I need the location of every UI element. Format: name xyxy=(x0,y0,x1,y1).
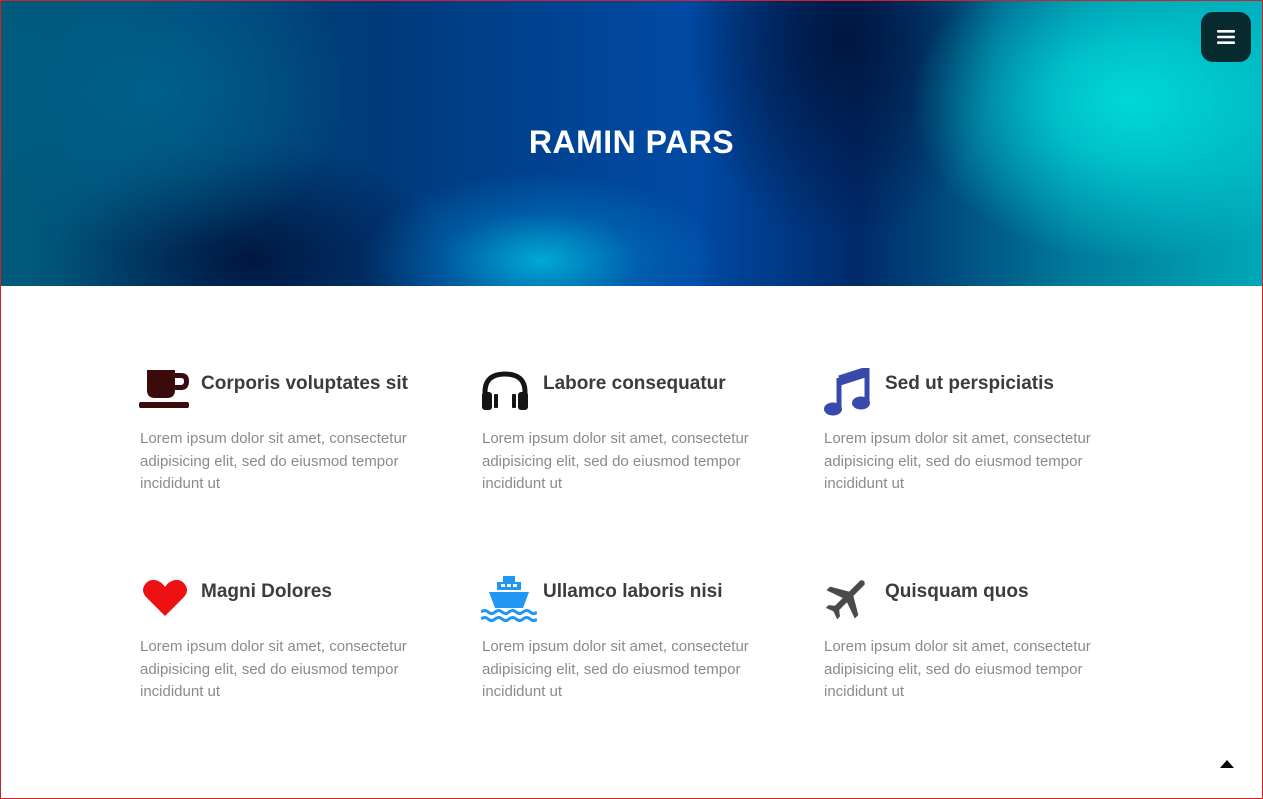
feature-title: Sed ut perspiciatis xyxy=(885,373,1054,394)
coffee-cup-icon xyxy=(139,368,191,420)
feature-title: Magni Dolores xyxy=(201,581,332,602)
feature-text: Lorem ipsum dolor sit amet, consectetur … xyxy=(824,638,1091,700)
feature-text: Lorem ipsum dolor sit amet, consectetur … xyxy=(140,638,407,700)
feature-item: Labore consequatur Lorem ipsum dolor sit… xyxy=(481,368,781,518)
hamburger-menu-icon xyxy=(1217,29,1235,45)
feature-item: Corporis voluptates sit Lorem ipsum dolo… xyxy=(139,368,439,518)
airplane-icon xyxy=(823,576,875,628)
caret-up-icon xyxy=(1220,755,1234,773)
feature-text: Lorem ipsum dolor sit amet, consectetur … xyxy=(482,430,749,492)
heart-icon xyxy=(139,576,191,628)
feature-text: Lorem ipsum dolor sit amet, consectetur … xyxy=(824,430,1091,492)
feature-item: Ullamco laboris nisi Lorem ipsum dolor s… xyxy=(481,576,781,726)
feature-item: Sed ut perspiciatis Lorem ipsum dolor si… xyxy=(823,368,1123,518)
menu-button[interactable] xyxy=(1201,12,1251,62)
hero-banner: RAMIN PARS xyxy=(1,1,1262,286)
feature-item: Magni Dolores Lorem ipsum dolor sit amet… xyxy=(139,576,439,726)
feature-title: Ullamco laboris nisi xyxy=(543,581,723,602)
page-frame: RAMIN PARS Corporis voluptates sit Lorem… xyxy=(0,0,1263,799)
ship-icon xyxy=(481,576,537,628)
scroll-to-top-button[interactable] xyxy=(1217,756,1237,772)
feature-text: Lorem ipsum dolor sit amet, consectetur … xyxy=(482,638,749,700)
feature-title: Quisquam quos xyxy=(885,581,1029,602)
headphones-icon xyxy=(481,368,533,420)
music-note-icon xyxy=(823,368,875,420)
feature-title: Labore consequatur xyxy=(543,373,726,394)
feature-title: Corporis voluptates sit xyxy=(201,373,408,394)
page-title: RAMIN PARS xyxy=(528,124,735,160)
feature-text: Lorem ipsum dolor sit amet, consectetur … xyxy=(140,430,407,492)
feature-item: Quisquam quos Lorem ipsum dolor sit amet… xyxy=(823,576,1123,726)
